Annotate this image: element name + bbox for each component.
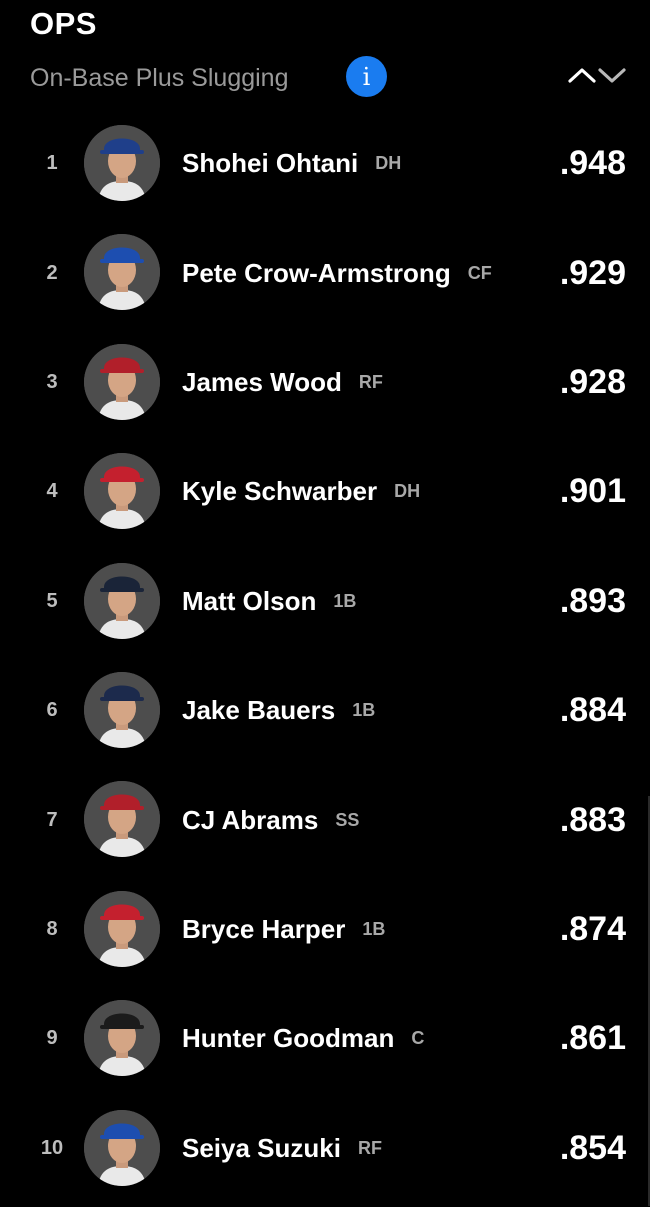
player-avatar[interactable]: [84, 890, 160, 967]
ops-value: .854: [559, 1128, 626, 1167]
player-position: DH: [375, 153, 402, 174]
player-position: 1B: [333, 590, 357, 611]
rank-number: 4: [46, 480, 58, 503]
player-avatar[interactable]: [84, 1000, 160, 1077]
player-avatar[interactable]: [84, 343, 160, 420]
player-name-group[interactable]: James Wood RF: [182, 328, 383, 437]
player-name-group[interactable]: Seiya Suzuki RF: [182, 1094, 382, 1203]
leaderboard-row[interactable]: 7 CJ Abrams SS .883: [0, 765, 650, 874]
rank-number: 10: [40, 1136, 64, 1159]
player-name: Bryce Harper: [182, 913, 346, 944]
leaderboard-row[interactable]: 4 Kyle Schwarber DH .901: [0, 437, 650, 546]
leaderboard-row[interactable]: 5 Matt Olson 1B .893: [0, 547, 650, 656]
leaderboard-list: 1 Shohei Ohtani DH .948 2 Pete Crow-Armstrong…: [0, 109, 650, 1203]
player-name: Hunter Goodman: [182, 1023, 395, 1054]
player-avatar[interactable]: [84, 234, 160, 311]
leaderboard-row[interactable]: 8 Bryce Harper 1B .874: [0, 875, 650, 984]
player-name: Pete Crow-Armstrong: [182, 257, 451, 288]
player-name-group[interactable]: Bryce Harper 1B: [182, 875, 385, 984]
player-avatar[interactable]: [84, 781, 160, 858]
player-name-group[interactable]: Hunter Goodman C: [182, 984, 424, 1093]
ops-value: .884: [559, 691, 626, 730]
info-icon: i: [362, 62, 371, 91]
leaderboard-row[interactable]: 3 James Wood RF .928: [0, 328, 650, 437]
player-name: CJ Abrams: [182, 804, 319, 835]
ops-value: .948: [559, 144, 626, 183]
leaderboard-row[interactable]: 1 Shohei Ohtani DH .948: [0, 109, 650, 218]
player-position: 1B: [362, 918, 386, 939]
player-name-group[interactable]: CJ Abrams SS: [182, 765, 359, 874]
player-avatar[interactable]: [84, 562, 160, 639]
leaderboard-row[interactable]: 10 Seiya Suzuki RF .854: [0, 1094, 650, 1203]
player-position: 1B: [352, 700, 376, 721]
rank-number: 2: [46, 261, 58, 284]
rank-number: 8: [46, 917, 58, 940]
player-avatar[interactable]: [84, 453, 160, 530]
player-name: Shohei Ohtani: [182, 148, 359, 179]
player-position: RF: [358, 371, 383, 392]
rank-number: 5: [46, 589, 58, 612]
ops-value: .901: [559, 472, 626, 511]
info-button[interactable]: i: [346, 56, 387, 97]
player-name: Matt Olson: [182, 585, 317, 616]
leaderboard-row[interactable]: 9 Hunter Goodman C .861: [0, 984, 650, 1093]
player-name-group[interactable]: Pete Crow-Armstrong CF: [182, 218, 492, 327]
leaderboard-row[interactable]: 2 Pete Crow-Armstrong CF .929: [0, 218, 650, 327]
stat-subtitle: On-Base Plus Slugging: [30, 64, 289, 92]
player-name-group[interactable]: Shohei Ohtani DH: [182, 109, 401, 218]
player-avatar[interactable]: [84, 1109, 160, 1186]
player-position: SS: [335, 809, 360, 830]
rank-number: 7: [46, 808, 58, 831]
player-name-group[interactable]: Matt Olson 1B: [182, 547, 356, 656]
rank-number: 9: [46, 1027, 58, 1050]
ops-value: .861: [559, 1019, 626, 1058]
ops-value: .893: [559, 581, 626, 620]
player-name: Jake Bauers: [182, 695, 336, 726]
ops-value: .874: [559, 909, 626, 948]
player-name-group[interactable]: Kyle Schwarber DH: [182, 437, 420, 546]
player-name: Seiya Suzuki: [182, 1132, 341, 1163]
rank-number: 6: [46, 699, 58, 722]
player-avatar[interactable]: [84, 671, 160, 748]
player-avatar[interactable]: [84, 125, 160, 201]
ops-value: .929: [559, 253, 626, 292]
ops-value: .928: [559, 362, 626, 401]
player-position: RF: [357, 1137, 382, 1158]
player-name: James Wood: [182, 366, 342, 397]
rank-number: 1: [46, 152, 58, 175]
sort-up-down-icon[interactable]: [566, 60, 628, 90]
player-position: CF: [467, 262, 492, 283]
ops-value: .883: [559, 800, 626, 839]
player-position: DH: [394, 481, 421, 502]
player-name: Kyle Schwarber: [182, 476, 378, 507]
leaderboard-row[interactable]: 6 Jake Bauers 1B .884: [0, 656, 650, 765]
player-name-group[interactable]: Jake Bauers 1B: [182, 656, 375, 765]
rank-number: 3: [46, 370, 58, 393]
page-title: OPS: [30, 6, 97, 41]
player-position: C: [411, 1028, 425, 1049]
